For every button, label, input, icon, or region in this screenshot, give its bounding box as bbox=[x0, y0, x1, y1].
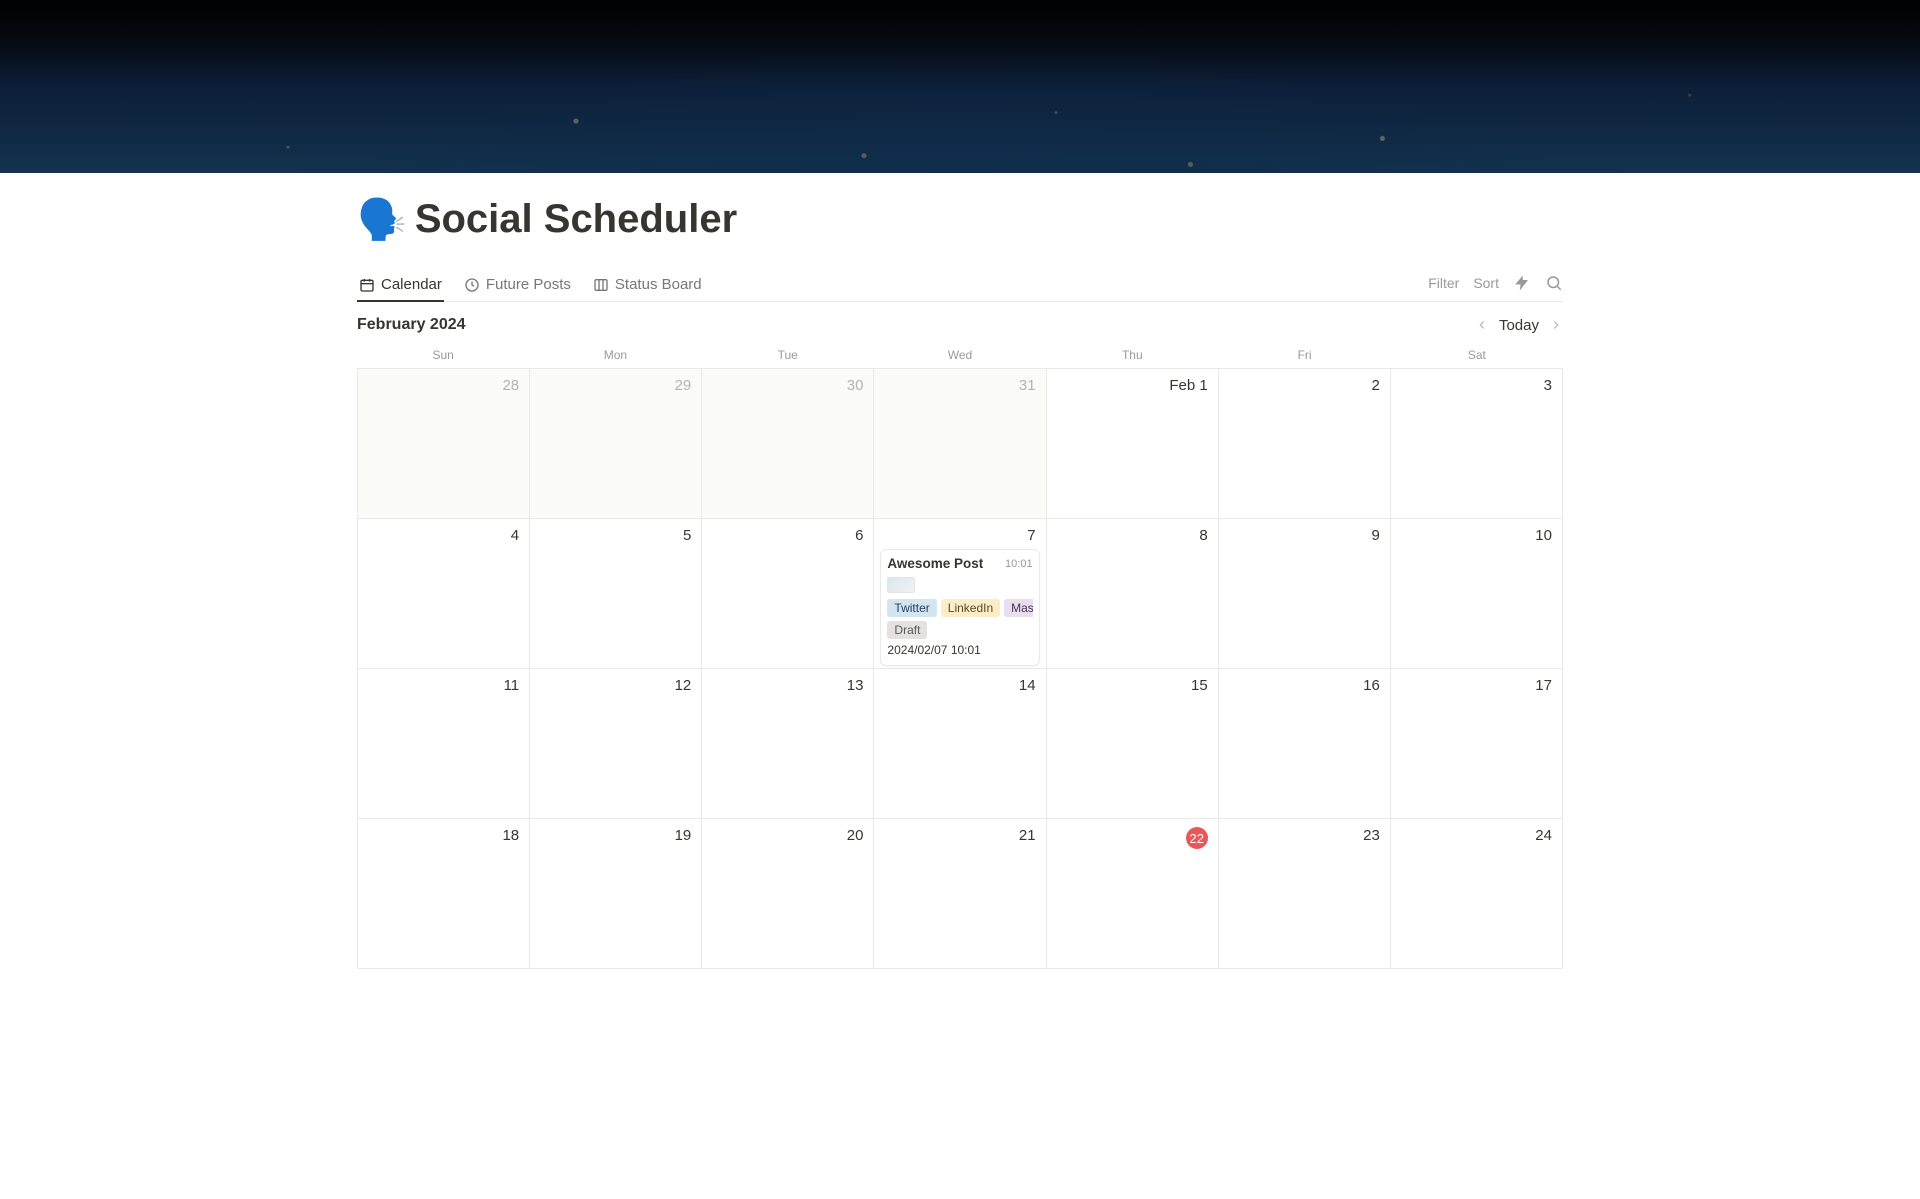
day-number: 21 bbox=[1019, 827, 1036, 844]
event-title: Awesome Post bbox=[887, 556, 983, 571]
day-number: 16 bbox=[1363, 677, 1380, 694]
day-number: 8 bbox=[1199, 527, 1207, 544]
search-icon[interactable] bbox=[1545, 274, 1563, 292]
today-button[interactable]: Today bbox=[1499, 317, 1539, 334]
day-of-week-header: SunMonTueWedThuFriSat bbox=[357, 344, 1563, 368]
dow-label: Wed bbox=[874, 344, 1046, 368]
tag-mastodon: Mastodon bbox=[1004, 599, 1032, 617]
tag-draft: Draft bbox=[887, 621, 927, 639]
calendar-cell[interactable]: 18 bbox=[358, 819, 530, 969]
day-number: 31 bbox=[1019, 377, 1036, 394]
tab-label: Calendar bbox=[381, 276, 442, 293]
calendar-cell[interactable]: 2 bbox=[1219, 369, 1391, 519]
calendar-cell[interactable]: 19 bbox=[530, 819, 702, 969]
view-tabs: Calendar Future Posts Status Board bbox=[357, 270, 704, 301]
tag-twitter: Twitter bbox=[887, 599, 936, 617]
calendar-cell[interactable]: 15 bbox=[1047, 669, 1219, 819]
calendar-cell[interactable]: 21 bbox=[874, 819, 1046, 969]
calendar-cell[interactable]: 22 bbox=[1047, 819, 1219, 969]
view-actions: Filter Sort bbox=[1428, 274, 1563, 298]
day-number: Feb 1 bbox=[1169, 377, 1207, 394]
calendar-grid: 28293031Feb 1234567Awesome Post10:01Twit… bbox=[357, 368, 1563, 969]
calendar-cell[interactable]: 7 Awesome Post 10:01 Twitter LinkedInMastodo… bbox=[874, 519, 1046, 669]
day-number: 13 bbox=[847, 677, 864, 694]
event-card[interactable]: Awesome Post 10:01 Twitter LinkedInMastodon… bbox=[880, 549, 1039, 666]
day-number: 10 bbox=[1535, 527, 1552, 544]
calendar-cell[interactable]: 9 bbox=[1219, 519, 1391, 669]
calendar-cell[interactable]: 8 bbox=[1047, 519, 1219, 669]
day-number: 23 bbox=[1363, 827, 1380, 844]
event-tags-row2: Draft bbox=[887, 621, 1032, 639]
sort-button[interactable]: Sort bbox=[1473, 275, 1499, 291]
event-tags: Twitter LinkedInMastodon bbox=[887, 599, 1032, 617]
day-number: 29 bbox=[675, 377, 692, 394]
tab-label: Future Posts bbox=[486, 276, 571, 293]
calendar-cell[interactable]: 5 bbox=[530, 519, 702, 669]
calendar-cell[interactable]: 16 bbox=[1219, 669, 1391, 819]
day-number: 19 bbox=[675, 827, 692, 844]
calendar-cell[interactable]: 11 bbox=[358, 669, 530, 819]
calendar-cell[interactable]: 30 bbox=[702, 369, 874, 519]
calendar-cell[interactable]: 29 bbox=[530, 369, 702, 519]
tab-calendar[interactable]: Calendar bbox=[357, 270, 444, 301]
day-number: 3 bbox=[1544, 377, 1552, 394]
event-datetime: 2024/02/07 10:01 bbox=[887, 643, 1032, 657]
calendar-cell[interactable]: 4 bbox=[358, 519, 530, 669]
calendar-cell[interactable]: 10 bbox=[1391, 519, 1563, 669]
dow-label: Fri bbox=[1218, 344, 1390, 368]
day-number: 28 bbox=[502, 377, 519, 394]
calendar-cell[interactable]: 17 bbox=[1391, 669, 1563, 819]
dow-label: Mon bbox=[529, 344, 701, 368]
next-month-button[interactable] bbox=[1549, 318, 1563, 332]
dow-label: Sat bbox=[1391, 344, 1563, 368]
page-header: 🗣️ Social Scheduler bbox=[357, 173, 1563, 242]
calendar-cell[interactable]: Feb 1 bbox=[1047, 369, 1219, 519]
automations-icon[interactable] bbox=[1513, 274, 1531, 292]
day-number: 4 bbox=[511, 527, 519, 544]
calendar-cell[interactable]: 13 bbox=[702, 669, 874, 819]
event-thumbnail bbox=[887, 577, 915, 593]
day-number: 7 bbox=[1027, 527, 1035, 544]
dow-label: Thu bbox=[1046, 344, 1218, 368]
calendar-cell[interactable]: 23 bbox=[1219, 819, 1391, 969]
day-number: 17 bbox=[1535, 677, 1552, 694]
day-number: 2 bbox=[1372, 377, 1380, 394]
calendar-cell[interactable]: 6 bbox=[702, 519, 874, 669]
prev-month-button[interactable] bbox=[1475, 318, 1489, 332]
tag-linkedin: LinkedIn bbox=[941, 599, 1000, 617]
tab-label: Status Board bbox=[615, 276, 702, 293]
calendar-cell[interactable]: 28 bbox=[358, 369, 530, 519]
day-number: 15 bbox=[1191, 677, 1208, 694]
calendar-cell[interactable]: 12 bbox=[530, 669, 702, 819]
calendar-cell[interactable]: 3 bbox=[1391, 369, 1563, 519]
day-number: 20 bbox=[847, 827, 864, 844]
day-number: 22 bbox=[1186, 827, 1208, 849]
today-badge: 22 bbox=[1186, 827, 1208, 849]
day-number: 11 bbox=[504, 677, 520, 694]
page-icon[interactable]: 🗣️ bbox=[357, 200, 407, 240]
day-number: 9 bbox=[1372, 527, 1380, 544]
calendar-cell[interactable]: 20 bbox=[702, 819, 874, 969]
day-number: 12 bbox=[675, 677, 692, 694]
calendar-cell[interactable]: 24 bbox=[1391, 819, 1563, 969]
day-number: 30 bbox=[847, 377, 864, 394]
filter-button[interactable]: Filter bbox=[1428, 275, 1459, 291]
event-time: 10:01 bbox=[1005, 558, 1033, 570]
month-label: February 2024 bbox=[357, 316, 466, 334]
day-number: 18 bbox=[502, 827, 519, 844]
day-number: 6 bbox=[855, 527, 863, 544]
dow-label: Sun bbox=[357, 344, 529, 368]
calendar-cell[interactable]: 14 bbox=[874, 669, 1046, 819]
day-number: 5 bbox=[683, 527, 691, 544]
page-title[interactable]: Social Scheduler bbox=[415, 197, 737, 242]
cover-image bbox=[0, 0, 1920, 173]
day-number: 14 bbox=[1019, 677, 1036, 694]
calendar-cell[interactable]: 31 bbox=[874, 369, 1046, 519]
tab-future-posts[interactable]: Future Posts bbox=[462, 270, 573, 301]
tab-status-board[interactable]: Status Board bbox=[591, 270, 704, 301]
dow-label: Tue bbox=[702, 344, 874, 368]
day-number: 24 bbox=[1535, 827, 1552, 844]
